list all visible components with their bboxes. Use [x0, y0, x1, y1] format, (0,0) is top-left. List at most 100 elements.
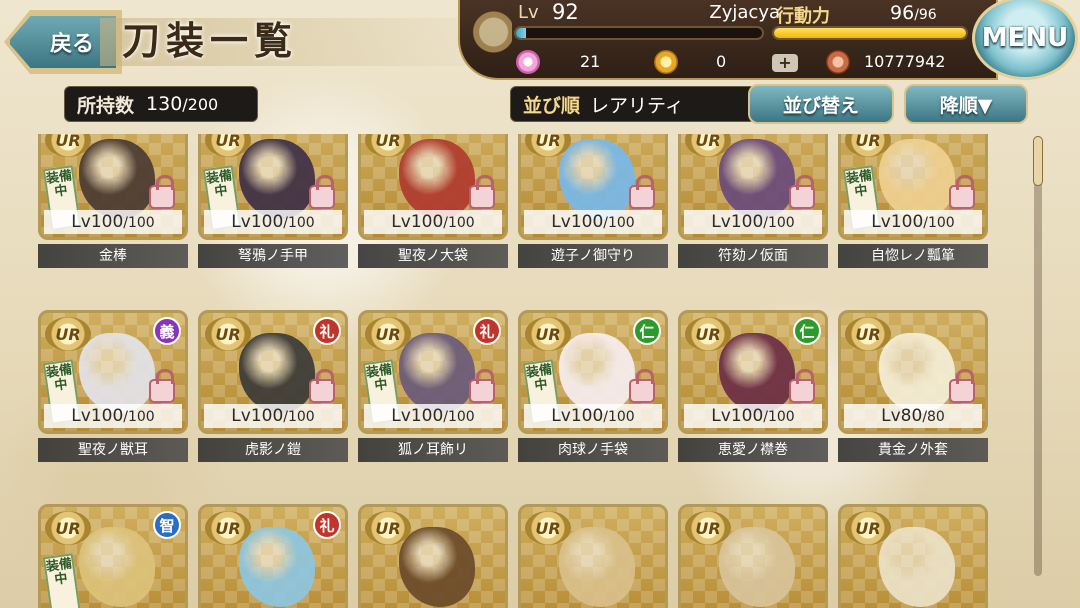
item-card-frame: UR 装備中 Lv100/100: [198, 134, 348, 240]
item-name: 聖夜ノ獣耳: [38, 438, 188, 462]
item-level-max: /100: [283, 409, 315, 425]
item-level-current: Lv80: [881, 406, 923, 426]
item-level-current: Lv100: [711, 406, 764, 426]
item-level: Lv100/100: [684, 210, 822, 234]
item-level-max: /100: [443, 409, 475, 425]
rarity-badge-icon: UR: [365, 317, 411, 351]
item-level-current: Lv100: [71, 406, 124, 426]
scrollbar-track[interactable]: [1034, 136, 1042, 576]
item-level: Lv100/100: [204, 404, 342, 428]
item-level-current: Lv100: [551, 406, 604, 426]
rarity-badge-icon: UR: [685, 317, 731, 351]
item-art-icon: [559, 333, 635, 413]
lock-icon[interactable]: [469, 369, 495, 403]
item-name: 恵愛ノ襟巻: [678, 438, 828, 462]
lock-icon[interactable]: [629, 175, 655, 209]
stamina-bar: [772, 26, 968, 40]
item-level: Lv100/100: [684, 404, 822, 428]
page-title: 刀装一覧: [122, 18, 299, 63]
lock-icon[interactable]: [789, 175, 815, 209]
item-level-max: /100: [763, 409, 795, 425]
lock-icon[interactable]: [789, 369, 815, 403]
equipped-tag: 装備中: [42, 553, 82, 608]
level-label: Lv: [518, 2, 539, 23]
item-card-frame: UR Lv100/100: [358, 134, 508, 240]
attribute-badge-icon: 礼: [313, 511, 341, 539]
item-level-current: Lv100: [391, 406, 444, 426]
lock-icon[interactable]: [309, 175, 335, 209]
item-name: 金棒: [38, 244, 188, 268]
rarity-badge-icon: UR: [205, 511, 251, 545]
item-art-icon: [239, 139, 315, 219]
lock-icon[interactable]: [949, 175, 975, 209]
item-card-frame: UR Lv80/80: [838, 310, 988, 434]
rarity-badge-icon: UR: [525, 317, 571, 351]
item-art-icon: [399, 139, 475, 219]
item-level-max: /100: [763, 215, 795, 231]
order-button[interactable]: 降順▼: [904, 84, 1028, 124]
item-grid: UR 装備中 Lv100/100 金棒 UR 装備中 Lv100/100 弩鴉ノ手甲 UR Lv1…: [38, 134, 998, 608]
count-max: /200: [182, 94, 219, 114]
count-current: 130: [146, 93, 183, 115]
coin-icon: [654, 50, 678, 74]
item-level-current: Lv100: [711, 212, 764, 232]
rarity-badge-icon: UR: [45, 511, 91, 545]
stamina-label: 行動力: [776, 6, 830, 27]
item-name: 符劾ノ仮面: [678, 244, 828, 268]
exp-fill: [516, 28, 526, 38]
item-level-current: Lv100: [231, 212, 284, 232]
item-art-icon: [399, 527, 475, 607]
lock-icon[interactable]: [149, 369, 175, 403]
item-name: 弩鴉ノ手甲: [198, 244, 348, 268]
lock-icon[interactable]: [149, 175, 175, 209]
lock-icon[interactable]: [469, 175, 495, 209]
money-count: 10777942: [864, 52, 946, 71]
item-level-max: /100: [603, 409, 635, 425]
item-level-current: Lv100: [231, 406, 284, 426]
count-label: 所持数: [77, 94, 135, 117]
item-level-current: Lv100: [551, 212, 604, 232]
item-level-max: /100: [443, 215, 475, 231]
item-art-icon: [879, 527, 955, 607]
sort-button[interactable]: 並び替え: [748, 84, 894, 124]
item-art-icon: [79, 333, 155, 413]
item-name: 狐ノ耳飾リ: [358, 438, 508, 462]
rarity-badge-icon: UR: [205, 317, 251, 351]
item-level-max: /100: [123, 409, 155, 425]
item-art-icon: [559, 527, 635, 607]
item-art-icon: [719, 333, 795, 413]
item-card-frame: UR 義装備中 Lv100/100: [38, 310, 188, 434]
item-card-frame: UR 仁 Lv100/100: [678, 310, 828, 434]
item-art-icon: [79, 139, 155, 219]
lock-icon[interactable]: [949, 369, 975, 403]
item-art-icon: [239, 527, 315, 607]
inventory-count: 所持数 130 /200: [64, 86, 258, 122]
item-art-icon: [79, 527, 155, 607]
item-level-current: Lv100: [71, 212, 124, 232]
item-name: 遊子ノ御守り: [518, 244, 668, 268]
item-art-icon: [719, 139, 795, 219]
item-card-frame: UR 礼: [198, 504, 348, 608]
item-name: 虎影ノ鎧: [198, 438, 348, 462]
item-card-frame: UR: [678, 504, 828, 608]
lock-icon[interactable]: [629, 369, 655, 403]
stamina-current: 96: [890, 2, 915, 24]
plus-button[interactable]: +: [772, 54, 798, 72]
scrollbar-thumb[interactable]: [1033, 136, 1043, 186]
exp-bar: [514, 26, 764, 40]
item-level: Lv80/80: [844, 404, 982, 428]
item-level: Lv100/100: [44, 404, 182, 428]
item-name: 肉球ノ手袋: [518, 438, 668, 462]
sort-display: 並び順 レアリティ: [510, 86, 756, 122]
menu-button[interactable]: MENU: [972, 0, 1078, 80]
item-level: Lv100/100: [364, 210, 502, 234]
rarity-badge-icon: UR: [685, 511, 731, 545]
stamina-fill: [774, 28, 966, 38]
lock-icon[interactable]: [309, 369, 335, 403]
item-card-frame: UR 礼 Lv100/100: [198, 310, 348, 434]
item-card-frame: UR 礼装備中 Lv100/100: [358, 310, 508, 434]
item-card-frame: UR 装備中 Lv100/100: [838, 134, 988, 240]
item-level: Lv100/100: [364, 404, 502, 428]
item-art-icon: [879, 139, 955, 219]
item-card-frame: UR: [838, 504, 988, 608]
